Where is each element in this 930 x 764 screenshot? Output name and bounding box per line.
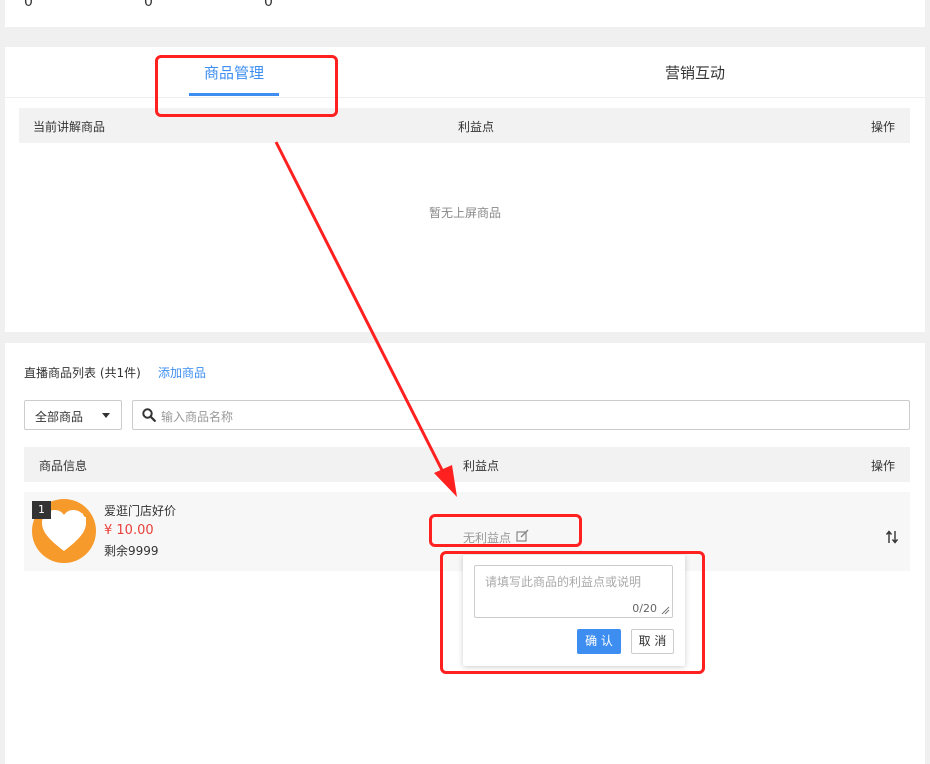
edit-icon[interactable] [516,529,529,542]
resize-handle-icon[interactable] [661,606,670,615]
header-current-product: 当前讲解商品 [33,120,106,134]
stat-value: 0 [264,0,273,10]
product-stock: 剩余9999 [104,544,159,558]
current-table-header: 当前讲解商品 利益点 操作 [19,108,910,143]
add-product-link[interactable]: 添加商品 [158,364,206,381]
tab-marketing[interactable]: 营销互动 [665,62,725,83]
active-tab-indicator [189,93,279,96]
char-counter: 0/20 [632,602,657,615]
benefit-textarea-placeholder: 请填写此商品的利益点或说明 [485,575,642,589]
confirm-button[interactable]: 确 认 [577,629,621,654]
empty-state: 暂无上屏商品 [428,206,501,220]
caret-down-icon [102,413,110,418]
benefit-edit-popover: 请填写此商品的利益点或说明 0/20 确 认 取 消 [463,555,685,666]
tabs-panel: 商品管理 营销互动 当前讲解商品 利益点 操作 暂无上屏商品 [5,47,925,332]
search-input[interactable]: 输入商品名称 [132,400,910,430]
benefit-textarea[interactable]: 请填写此商品的利益点或说明 0/20 [474,565,673,618]
header-actions: 操作 [871,120,896,134]
tab-product-management[interactable]: 商品管理 [204,62,264,83]
header-benefit: 利益点 [458,120,495,134]
search-icon [142,408,156,422]
header-benefit: 利益点 [463,459,500,473]
header-actions: 操作 [871,459,896,473]
category-select-value: 全部商品 [35,410,84,424]
tab-divider [5,97,925,98]
product-list-panel: 直播商品列表 (共1件) 添加商品 全部商品 输入商品名称 商品信息 利益点 操… [5,343,925,764]
search-placeholder: 输入商品名称 [161,410,234,424]
list-title: 直播商品列表 (共1件) [24,366,141,380]
header-product-info: 商品信息 [39,459,88,473]
sort-icon[interactable] [886,529,898,545]
category-select[interactable]: 全部商品 [24,400,122,430]
benefit-text[interactable]: 无利益点 [463,529,511,546]
list-table-header: 商品信息 利益点 操作 [24,447,910,482]
stats-panel: 0 0 0 [5,0,925,27]
product-price: ¥ 10.00 [104,523,154,538]
row-index-badge: 1 [32,501,51,519]
product-name: 爱逛门店好价 [104,504,177,518]
stat-value: 0 [144,0,153,10]
cancel-button[interactable]: 取 消 [631,629,674,654]
stat-value: 0 [24,0,33,10]
